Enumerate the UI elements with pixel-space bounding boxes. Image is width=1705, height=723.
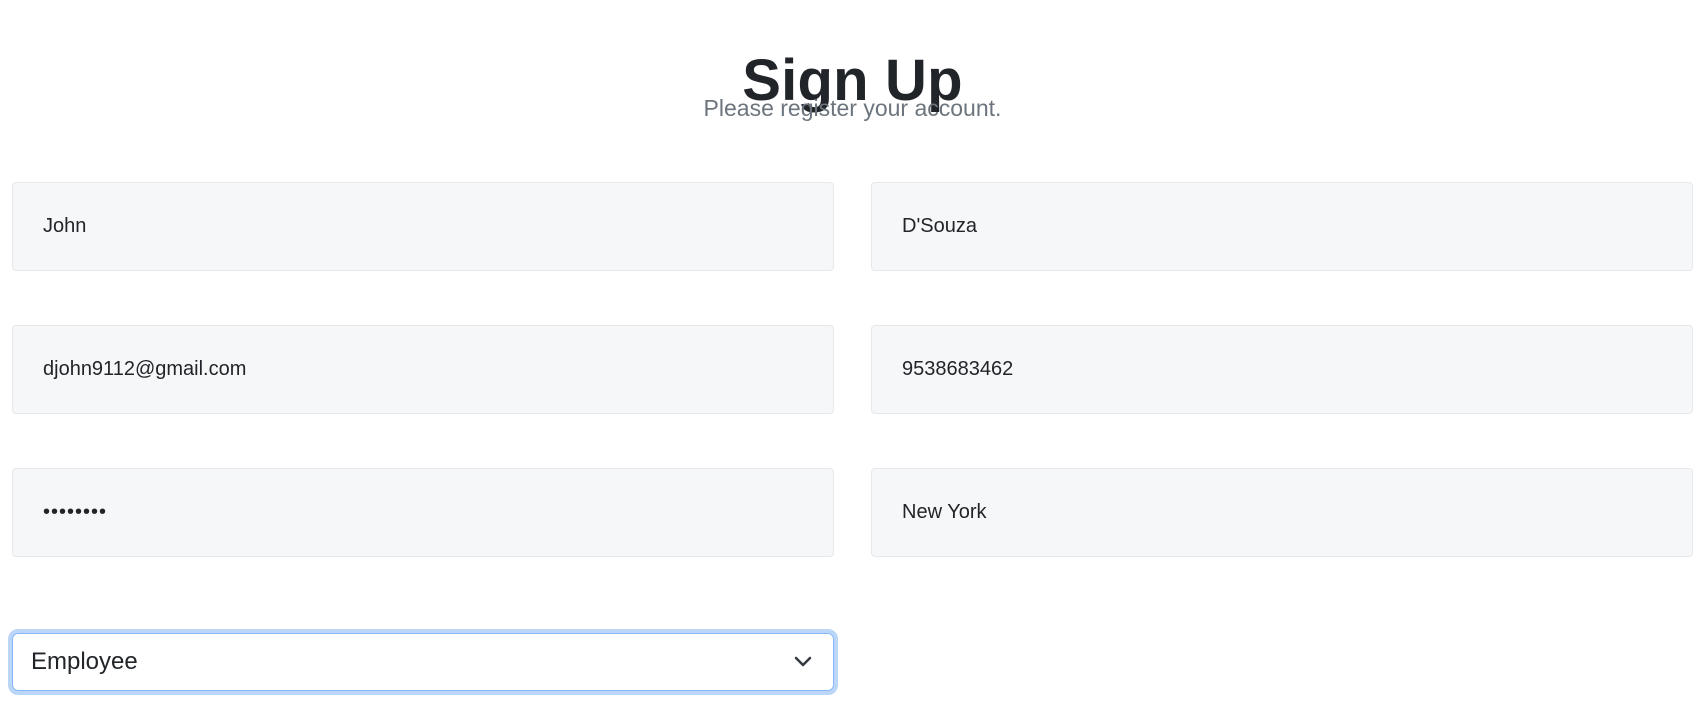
phone-value: 9538683462 [902,358,1014,380]
last-name-value: D'Souza [902,215,977,237]
role-select[interactable]: Employee [12,633,834,691]
chevron-down-icon [794,656,812,667]
first-name-field[interactable]: John [12,182,834,271]
city-value: New York [902,501,987,523]
password-field[interactable]: •••••••• [12,468,834,557]
last-name-field[interactable]: D'Souza [871,182,1693,271]
role-select-focus-ring: Employee [8,629,838,695]
role-select-value: Employee [31,648,138,675]
first-name-value: John [43,215,87,237]
phone-field[interactable]: 9538683462 [871,325,1693,414]
email-field[interactable]: djohn9112@gmail.com [12,325,834,414]
page-subtitle: Please register your account. [703,95,1002,121]
email-value: djohn9112@gmail.com [43,358,247,380]
password-value: •••••••• [43,501,108,523]
city-field[interactable]: New York [871,468,1693,557]
